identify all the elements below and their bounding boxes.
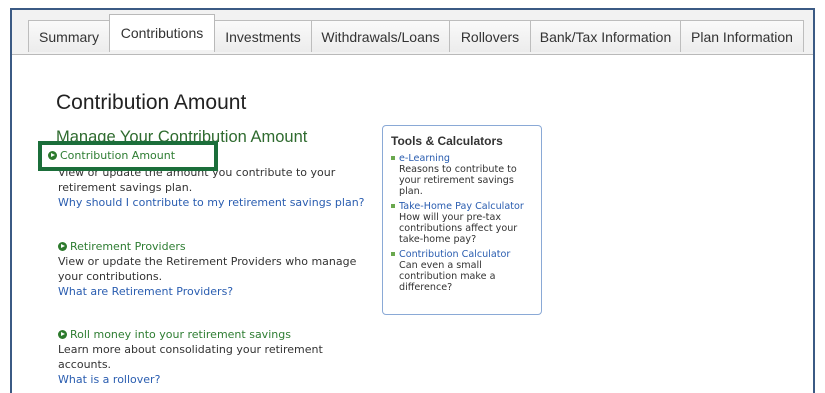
main-content: Contribution Amount Manage Your Contribu… bbox=[12, 55, 813, 393]
tab-plan-information[interactable]: Plan Information bbox=[680, 20, 804, 52]
tool-desc-line: contribution make a bbox=[399, 271, 496, 282]
tool-desc-line: contributions affect your bbox=[399, 223, 518, 234]
tab-investments[interactable]: Investments bbox=[214, 20, 312, 52]
tool-desc-line: difference? bbox=[399, 282, 453, 293]
tab-contributions[interactable]: Contributions bbox=[109, 14, 215, 50]
description-line: your contributions. bbox=[58, 270, 163, 283]
page-title: Contribution Amount bbox=[56, 91, 247, 114]
retirement-providers-link-text[interactable]: Retirement Providers bbox=[70, 239, 186, 254]
bullet-icon bbox=[391, 156, 395, 160]
description-line: retirement savings plan. bbox=[58, 181, 193, 194]
tool-desc-line: Can even a small bbox=[399, 260, 482, 271]
tools-title: Tools & Calculators bbox=[391, 134, 503, 148]
description-line: accounts. bbox=[58, 358, 112, 371]
tool-desc-line: take-home pay? bbox=[399, 234, 477, 245]
item-description: View or update the Retirement Providers … bbox=[58, 254, 358, 284]
arrow-circle-icon bbox=[48, 151, 57, 160]
app-frame: Summary Contributions Investments Withdr… bbox=[10, 8, 815, 393]
bullet-icon bbox=[391, 252, 395, 256]
tool-item-contribution-calculator: Contribution Calculator Can even a small… bbox=[391, 249, 533, 293]
arrow-circle-icon bbox=[58, 330, 67, 339]
tab-rollovers[interactable]: Rollovers bbox=[449, 20, 531, 52]
tool-desc-line: your retirement savings bbox=[399, 175, 514, 186]
rollover-link[interactable]: Roll money into your retirement savings bbox=[58, 327, 358, 342]
bullet-icon bbox=[391, 204, 395, 208]
description-line: View or update the Retirement Providers … bbox=[58, 255, 357, 268]
contribution-calculator-link[interactable]: Contribution Calculator bbox=[399, 249, 533, 260]
tool-item-elearning: e-Learning Reasons to contribute to your… bbox=[391, 153, 533, 197]
highlight-box: Contribution Amount bbox=[38, 141, 218, 171]
tool-desc-line: How will your pre-tax bbox=[399, 212, 501, 223]
help-link[interactable]: What are Retirement Providers? bbox=[58, 284, 358, 299]
retirement-providers-link[interactable]: Retirement Providers bbox=[58, 239, 358, 254]
help-link[interactable]: What is a rollover? bbox=[58, 372, 358, 387]
item-description: Learn more about consolidating your reti… bbox=[58, 342, 358, 372]
tab-bank-tax-information[interactable]: Bank/Tax Information bbox=[530, 20, 681, 52]
tools-calculators-panel: Tools & Calculators e-Learning Reasons t… bbox=[382, 125, 542, 315]
rollover-link-text[interactable]: Roll money into your retirement savings bbox=[70, 327, 291, 342]
contribution-amount-link[interactable]: Contribution Amount bbox=[48, 149, 175, 162]
rollover-block: Roll money into your retirement savings … bbox=[58, 327, 358, 387]
tab-withdrawals-loans[interactable]: Withdrawals/Loans bbox=[311, 20, 450, 52]
tab-summary[interactable]: Summary bbox=[28, 20, 110, 52]
contribution-amount-block: View or update the amount you contribute… bbox=[58, 165, 365, 210]
help-link[interactable]: Why should I contribute to my retirement… bbox=[58, 195, 365, 210]
take-home-pay-calculator-link[interactable]: Take-Home Pay Calculator bbox=[399, 201, 533, 212]
tool-desc-line: Reasons to contribute to bbox=[399, 164, 517, 175]
description-line: Learn more about consolidating your reti… bbox=[58, 343, 323, 356]
contribution-amount-link-text[interactable]: Contribution Amount bbox=[60, 149, 175, 162]
tool-item-take-home-pay: Take-Home Pay Calculator How will your p… bbox=[391, 201, 533, 245]
tab-bar: Summary Contributions Investments Withdr… bbox=[12, 10, 813, 55]
elearning-link[interactable]: e-Learning bbox=[399, 153, 533, 164]
tool-desc-line: plan. bbox=[399, 186, 423, 197]
arrow-circle-icon bbox=[58, 242, 67, 251]
retirement-providers-block: Retirement Providers View or update the … bbox=[58, 239, 358, 299]
